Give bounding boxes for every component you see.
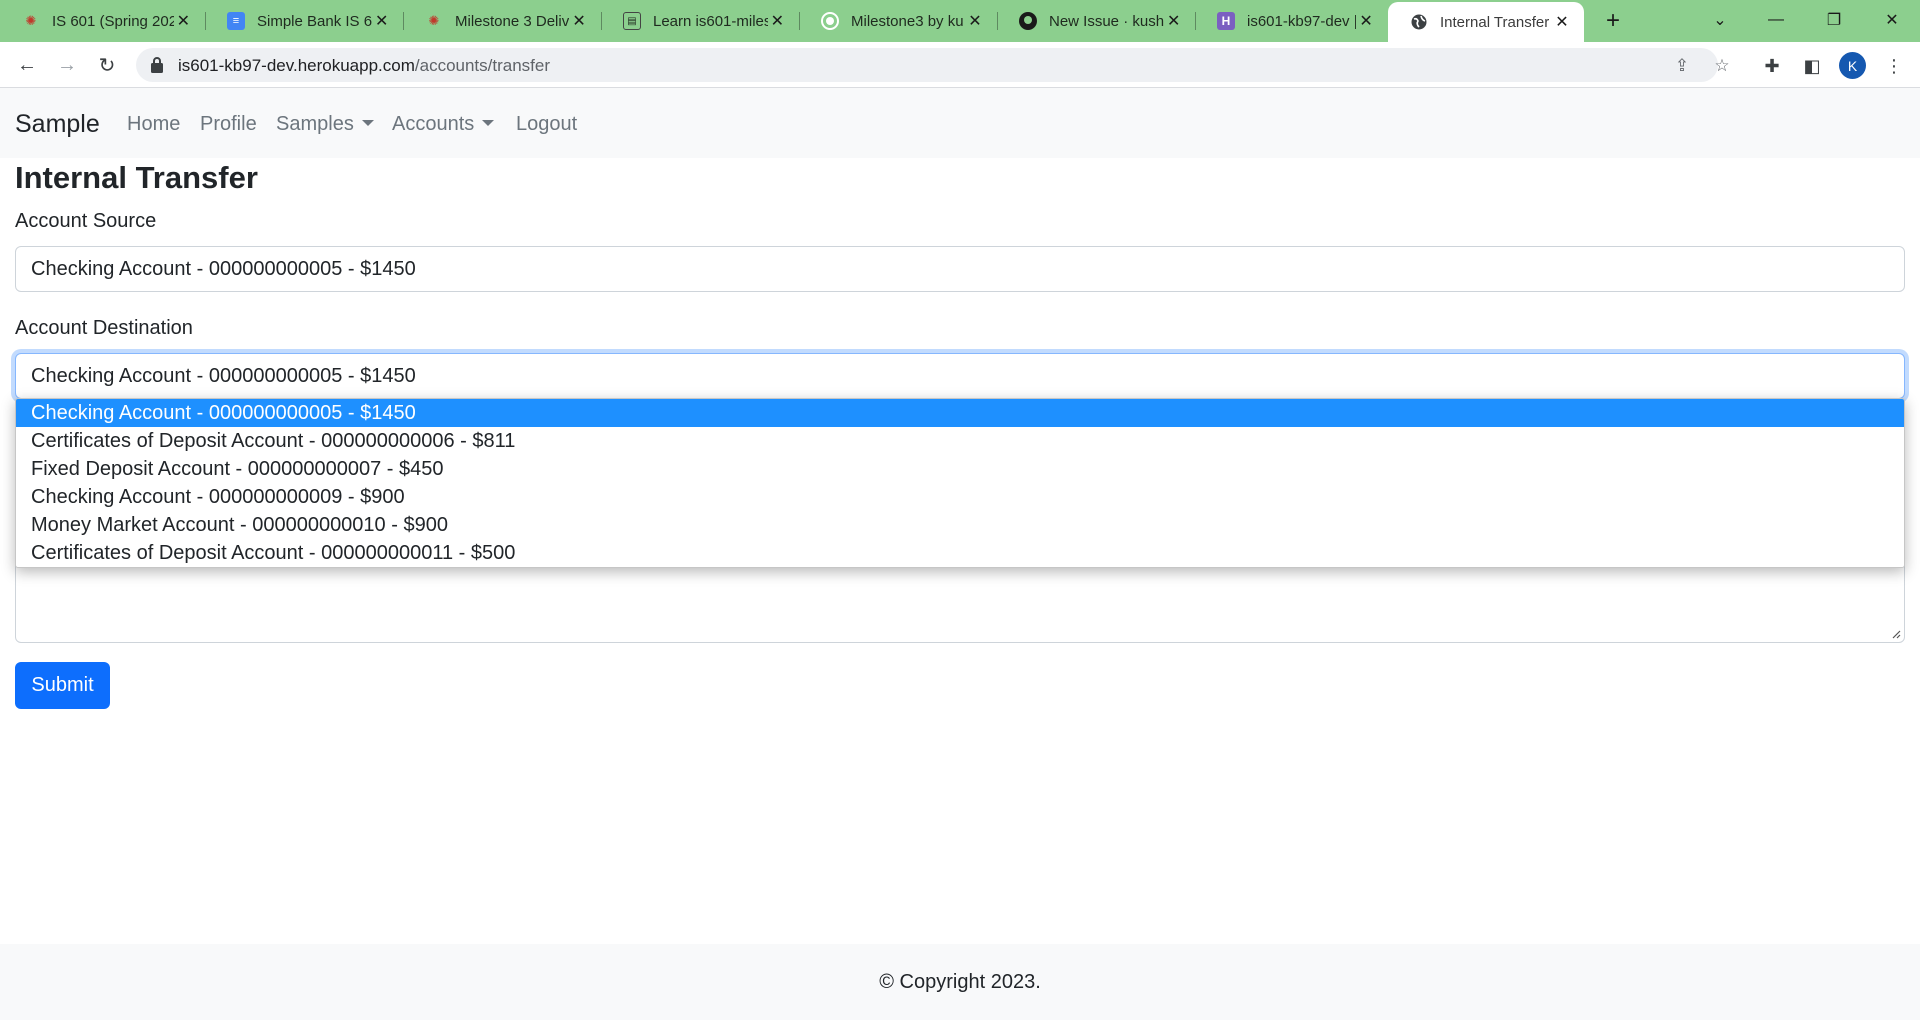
address-bar[interactable]: is601-kb97-dev.herokuapp.com/accounts/tr… [136,48,1730,82]
share-icon[interactable]: ⇪ [1672,56,1692,76]
tab-title: Milestone3 by ku [851,12,964,30]
dropdown-option[interactable]: Money Market Account - 000000000010 - $9… [16,511,1904,539]
browser-tab[interactable]: Milestone3 by ku ✕ [799,0,997,42]
tab-title: New Issue · kush0 [1049,12,1165,30]
tab-title: is601-kb97-dev | [1247,12,1357,30]
browser-tab[interactable]: ▤ Learn is601-miles ✕ [601,0,799,42]
heroku-icon: H [1217,12,1235,30]
nav-link-profile[interactable]: Profile [200,113,257,136]
tab-title: Milestone 3 Deliv [455,12,570,30]
github-icon [821,12,839,30]
tab-search-icon[interactable]: ⌄ [1692,0,1748,40]
reload-icon[interactable]: ↻ [91,49,123,81]
close-icon[interactable]: ✕ [1552,12,1572,32]
site-navbar: Sample Home Profile Samples Accounts Log… [0,88,1920,158]
github-icon [1019,12,1037,30]
new-tab-button[interactable]: + [1598,6,1628,36]
tab-title: Internal Transfer [1440,13,1550,31]
account-destination-label: Account Destination [15,317,193,339]
extensions-puzzle-icon[interactable]: ✚ [1760,54,1784,78]
side-panel-icon[interactable]: ◧ [1800,54,1824,78]
page-title: Internal Transfer [15,160,258,195]
nav-link-label: Samples [276,113,354,135]
caret-down-icon [361,120,374,126]
nav-dropdown-samples[interactable]: Samples [276,113,374,136]
memo-textarea[interactable] [15,560,1905,643]
back-arrow-icon[interactable]: ← [11,49,43,81]
canvas-icon: ✺ [428,13,440,28]
close-icon[interactable]: ✕ [372,11,391,31]
lock-icon [151,57,163,73]
browser-tab[interactable]: New Issue · kush0 ✕ [997,0,1195,42]
browser-tab[interactable]: ✺ IS 601 (Spring 202 ✕ [0,0,205,42]
close-icon[interactable]: ✕ [768,11,787,31]
nav-link-home[interactable]: Home [127,113,180,136]
close-icon[interactable]: ✕ [174,11,193,31]
bookmark-star-icon[interactable]: ☆ [1712,56,1732,76]
url-text: is601-kb97-dev.herokuapp.com/accounts/tr… [178,56,550,76]
submit-button[interactable]: Submit [15,662,110,709]
account-source-label: Account Source [15,210,157,232]
resize-handle-icon[interactable] [1891,629,1901,639]
forward-arrow-icon[interactable]: → [51,49,83,81]
tab-title: Simple Bank IS 60 [257,12,373,30]
dropdown-option[interactable]: Fixed Deposit Account - 000000000007 - $… [16,455,1904,483]
nav-link-label: Home [127,113,181,135]
window-close-icon[interactable]: ✕ [1864,0,1920,40]
nav-link-label: Accounts [392,113,475,135]
navbar-brand[interactable]: Sample [15,110,100,139]
close-icon[interactable]: ✕ [569,11,589,31]
tab-title: Learn is601-miles [653,12,768,30]
nav-dropdown-accounts[interactable]: Accounts [392,113,495,136]
browser-toolbar: ← → ↻ is601-kb97-dev.herokuapp.com/accou… [0,42,1920,88]
close-icon[interactable]: ✕ [1356,11,1376,31]
browser-tab[interactable]: H is601-kb97-dev | ✕ [1195,0,1388,42]
nav-link-label: Logout [516,113,578,135]
google-docs-icon: ≡ [227,12,245,30]
account-source-select[interactable]: Checking Account - 000000000005 - $1450 [15,246,1905,292]
browser-tab[interactable]: ≡ Simple Bank IS 60 ✕ [205,0,403,42]
minimize-icon[interactable]: — [1748,0,1804,40]
learn-page-icon: ▤ [623,12,641,30]
url-host: is601-kb97-dev.herokuapp.com [178,56,415,75]
destination-options-list: Checking Account - 000000000005 - $1450 … [15,398,1905,568]
copyright-text: © Copyright 2023. [879,970,1041,993]
dropdown-option[interactable]: Checking Account - 000000000009 - $900 [16,483,1904,511]
dropdown-option[interactable]: Certificates of Deposit Account - 000000… [16,427,1904,455]
restore-icon[interactable]: ❐ [1806,0,1862,40]
dropdown-option[interactable]: Checking Account - 000000000005 - $1450 [16,399,1904,427]
close-icon[interactable]: ✕ [965,11,985,31]
browser-tab-active[interactable]: Internal Transfer ✕ [1388,2,1584,42]
more-menu-icon[interactable]: ⋮ [1882,54,1906,78]
select-value: Checking Account - 000000000005 - $1450 [31,364,416,387]
browser-tab[interactable]: ✺ Milestone 3 Deliv ✕ [403,0,601,42]
browser-tab-strip: ✺ IS 601 (Spring 202 ✕ ≡ Simple Bank IS … [0,0,1920,42]
select-value: Checking Account - 000000000005 - $1450 [31,257,416,280]
nav-link-label: Profile [200,113,257,135]
dropdown-option[interactable]: Certificates of Deposit Account - 000000… [16,539,1904,567]
account-destination-select[interactable]: Checking Account - 000000000005 - $1450 [15,353,1905,399]
tab-title: IS 601 (Spring 202 [52,12,174,30]
nav-link-logout[interactable]: Logout [516,113,577,136]
canvas-icon: ✺ [25,13,37,28]
url-path: /accounts/transfer [414,56,551,75]
caret-down-icon [482,120,495,126]
page-footer: © Copyright 2023. [0,944,1920,1020]
close-icon[interactable]: ✕ [1164,11,1183,31]
globe-icon [1410,13,1428,31]
profile-avatar[interactable]: K [1839,52,1866,79]
